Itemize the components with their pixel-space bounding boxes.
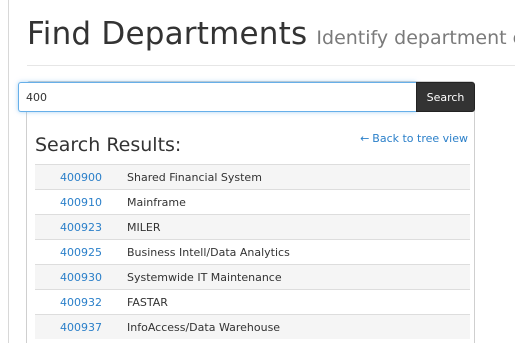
department-code-link[interactable]: 400930 xyxy=(35,271,127,284)
table-row: 400910 Mainframe xyxy=(35,189,470,214)
table-row: 400930 Systemwide IT Maintenance xyxy=(35,264,470,289)
results-title: Search Results: xyxy=(35,134,182,156)
department-name: Systemwide IT Maintenance xyxy=(127,270,282,284)
department-code-link[interactable]: 400925 xyxy=(35,246,127,259)
back-to-tree-link[interactable]: ← Back to tree view xyxy=(360,132,468,145)
search-button[interactable]: Search xyxy=(416,82,475,112)
department-name: InfoAccess/Data Warehouse xyxy=(127,320,281,334)
table-row: 400925 Business Intell/Data Analytics xyxy=(35,239,470,264)
header-divider xyxy=(27,65,515,66)
table-row: 400937 InfoAccess/Data Warehouse xyxy=(35,314,470,339)
table-row: 400900 Shared Financial System xyxy=(35,164,470,189)
department-code-link[interactable]: 400923 xyxy=(35,221,127,234)
page-frame: Find Departments Identify department ent… xyxy=(8,0,515,343)
arrow-left-icon: ← xyxy=(360,132,370,145)
department-code-link[interactable]: 400932 xyxy=(35,296,127,309)
results-table: 400900 Shared Financial System 400910 Mainf… xyxy=(35,164,470,339)
department-code-link[interactable]: 400910 xyxy=(35,196,127,209)
back-link-label: Back to tree view xyxy=(372,132,468,145)
page-header: Find Departments Identify department ent… xyxy=(27,16,515,52)
table-row: 400923 MILER xyxy=(35,214,470,239)
department-name: Shared Financial System xyxy=(127,170,262,184)
page-title: Find Departments xyxy=(27,16,308,52)
page-subtitle: Identify department entities xyxy=(316,27,515,49)
department-name: MILER xyxy=(127,220,161,234)
department-name: Mainframe xyxy=(127,195,186,209)
department-name: FASTAR xyxy=(127,295,168,309)
department-code-link[interactable]: 400937 xyxy=(35,321,127,334)
search-bar: Search xyxy=(18,82,475,112)
department-name: Business Intell/Data Analytics xyxy=(127,245,290,259)
department-code-link[interactable]: 400900 xyxy=(35,171,127,184)
search-input[interactable] xyxy=(18,82,416,112)
table-row: 400932 FASTAR xyxy=(35,289,470,314)
